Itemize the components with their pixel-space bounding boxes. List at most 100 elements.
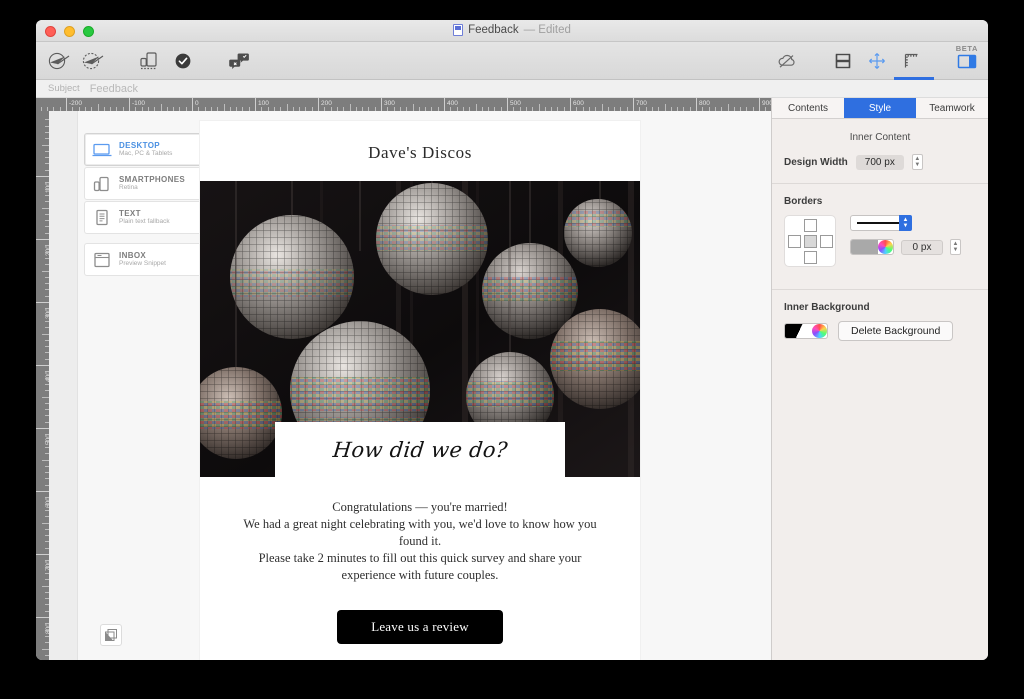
ruler-minor-tick: [538, 104, 540, 111]
script-heading: How did we do?: [331, 437, 509, 462]
inner-background-label: Inner Background: [784, 302, 870, 313]
ruler-minor-tick: [160, 104, 162, 111]
sidebar-item-inbox[interactable]: INBOX Preview Snippet: [84, 243, 204, 276]
toolbar-active-indicator: [894, 77, 934, 80]
validate-check-icon[interactable]: [168, 47, 198, 75]
tab-style[interactable]: Style: [844, 98, 916, 118]
ruler-major-tick-v: [36, 176, 49, 177]
move-arrows-icon[interactable]: [862, 47, 892, 75]
ruler-label: 100: [258, 100, 269, 107]
ruler-minor-tick: [223, 104, 225, 111]
horizontal-ruler[interactable]: -200 -100 0 100 200 300 400 500 600 700 800 900: [36, 98, 771, 111]
ruler-label: 700: [636, 100, 647, 107]
send-icon[interactable]: [44, 47, 74, 75]
ruler-minor-tick-v: [42, 459, 49, 461]
email-brand-title: Dave's Discos: [368, 143, 472, 162]
app-window: Feedback — Edited BETA Subject Feedback …: [36, 20, 988, 660]
solid-line-preview: [857, 222, 905, 224]
border-line-style-select[interactable]: ▲ ▼: [850, 215, 912, 231]
ruler-label: 500: [510, 100, 521, 107]
sidebar-item-text[interactable]: TEXT Plain text fallback: [84, 201, 204, 234]
design-width-label: Design Width: [784, 156, 848, 168]
device-preview-list: DESKTOP Mac, PC & Tablets SMARTPHONES Retin…: [84, 133, 204, 277]
design-width-input[interactable]: 700 px: [855, 154, 904, 170]
ruler-label: 900: [762, 100, 771, 107]
canvas[interactable]: DESKTOP Mac, PC & Tablets SMARTPHONES Retin…: [49, 111, 771, 660]
device-card-title: DESKTOP: [119, 140, 160, 150]
screen: Feedback — Edited BETA Subject Feedback …: [0, 0, 1024, 699]
inspector-tabs: Contents Style Teamwork: [772, 98, 988, 119]
layout-icon[interactable]: [828, 47, 858, 75]
border-color-swatch[interactable]: [850, 239, 894, 255]
window-title-state: — Edited: [523, 24, 571, 36]
border-right-toggle[interactable]: [820, 235, 833, 248]
layers-icon: [105, 629, 117, 641]
color-wheel-icon-2[interactable]: [812, 324, 827, 338]
subject-bar[interactable]: Subject Feedback: [36, 80, 988, 98]
inner-background-swatch[interactable]: [784, 323, 828, 339]
device-card-text: TEXT Plain text fallback: [119, 208, 170, 226]
border-left-toggle[interactable]: [788, 235, 801, 248]
window-title: Feedback — Edited: [36, 24, 988, 36]
ruler-minor-tick-v: [42, 207, 49, 209]
device-card-title: TEXT: [119, 208, 141, 218]
ruler-major-tick: [633, 98, 634, 111]
vertical-ruler[interactable]: 100 200 300 400 500 600 700 800: [36, 111, 49, 660]
ruler-label: 400: [447, 100, 458, 107]
ruler-minor-tick: [412, 104, 414, 111]
ruler-major-tick-v: [36, 302, 49, 303]
ruler-major-tick-v: [36, 239, 49, 240]
ruler-label: -100: [132, 100, 146, 107]
layers-button[interactable]: [100, 624, 122, 646]
ruler-minor-tick-v: [42, 648, 49, 650]
email-body-text: Congratulations — you're married! We had…: [200, 477, 640, 584]
ruler-major-tick: [381, 98, 382, 111]
ruler-minor-tick-v: [42, 270, 49, 272]
body-line-3: Please take 2 minutes to fill out this q…: [258, 551, 582, 582]
color-wheel-icon[interactable]: [878, 240, 893, 254]
border-top-toggle[interactable]: [804, 219, 817, 232]
design-width-row: Design Width 700 px ▲ ▼: [772, 154, 988, 170]
ruler-minor-tick-v: [42, 396, 49, 398]
toolbar: BETA: [36, 42, 988, 80]
ruler-minor-tick: [349, 104, 351, 111]
document-icon: [453, 24, 464, 36]
delete-background-button[interactable]: Delete Background: [838, 321, 954, 341]
text-document-icon: [92, 209, 112, 226]
ruler-minor-tick-v: [42, 585, 49, 587]
border-style-column: ▲ ▼ 0 px ▲ ▼: [850, 215, 961, 255]
ruler-major-tick: [759, 98, 760, 111]
cloud-icon[interactable]: [772, 47, 802, 75]
tab-contents[interactable]: Contents: [772, 98, 844, 118]
toolbar-right-group: [772, 42, 982, 80]
ruler-major-tick-v: [36, 491, 49, 492]
border-width-stepper[interactable]: ▲ ▼: [950, 239, 961, 255]
ruler-major-tick: [255, 98, 256, 111]
hero-image[interactable]: How did we do?: [200, 181, 640, 477]
borders-label: Borders: [784, 196, 823, 207]
border-width-input[interactable]: 0 px: [901, 239, 943, 255]
sidebar-item-desktop[interactable]: DESKTOP Mac, PC & Tablets: [84, 133, 204, 166]
design-width-stepper[interactable]: ▲ ▼: [911, 154, 923, 170]
device-preview-icon[interactable]: [134, 47, 164, 75]
border-side-picker[interactable]: [784, 215, 836, 267]
inspector-panel-icon[interactable]: [952, 47, 982, 75]
border-all-toggle[interactable]: [804, 235, 817, 248]
ruler-icon[interactable]: [896, 47, 926, 75]
comments-icon[interactable]: [224, 47, 254, 75]
stepper-down-icon-2: ▼: [952, 247, 959, 253]
subject-label: Subject: [48, 83, 80, 94]
send-test-icon[interactable]: [78, 47, 108, 75]
leave-review-button[interactable]: Leave us a review: [337, 610, 503, 644]
ruler-label: -200: [69, 100, 83, 107]
tab-teamwork[interactable]: Teamwork: [916, 98, 988, 118]
ruler-major-tick-v: [36, 617, 49, 618]
email-preview[interactable]: Dave's Discos How did we do? Congratulat…: [200, 121, 640, 660]
device-card-subtitle: Mac, PC & Tablets: [119, 149, 173, 157]
subject-value[interactable]: Feedback: [90, 83, 138, 95]
sidebar-item-smartphones[interactable]: SMARTPHONES Retina: [84, 167, 204, 200]
chevron-updown-icon: ▲ ▼: [899, 215, 912, 231]
inner-background-row: Delete Background: [772, 321, 988, 341]
border-bottom-toggle[interactable]: [804, 251, 817, 264]
stepper-down-icon: ▼: [914, 162, 921, 168]
